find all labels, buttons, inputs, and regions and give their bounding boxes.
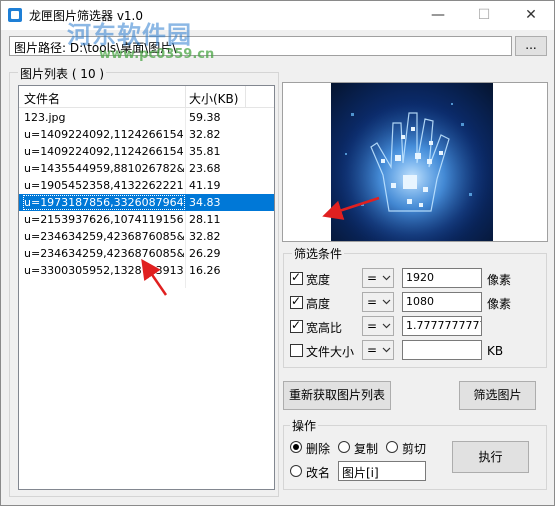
annotation-arrows bbox=[141, 196, 380, 296]
main-window: 龙匣图片筛选器 v1.0 — ☐ ✕ 图片路径: D:\tools\桌面\图片\… bbox=[0, 0, 555, 506]
watermark-url: www.pc0359.cn bbox=[99, 47, 215, 62]
watermark-text: 河东软件园 bbox=[67, 21, 192, 49]
annotation-arrow bbox=[322, 196, 380, 220]
annotation-arrow bbox=[141, 258, 168, 296]
